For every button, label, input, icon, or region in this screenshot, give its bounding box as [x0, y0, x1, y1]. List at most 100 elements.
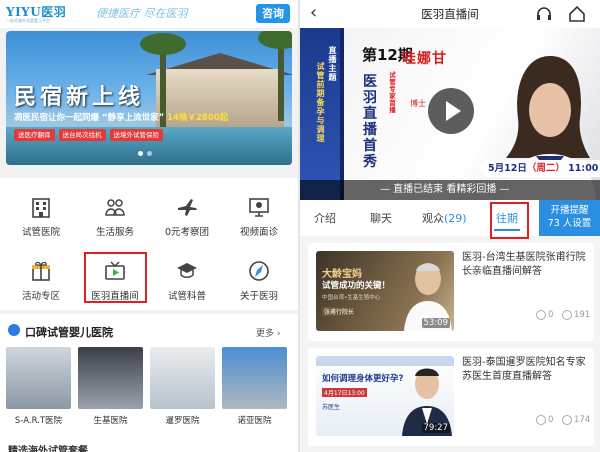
- thumb-title-2: 试管成功的关键！: [322, 281, 391, 291]
- banner-tag: 送境外试管保险: [109, 129, 163, 141]
- hospital-card[interactable]: S-A.R.T医院: [6, 347, 71, 426]
- app-slogan: 便捷医疗 尽在医羽: [96, 7, 188, 20]
- live-room-screen: ‹ 医羽直播间 直播主题 试管前期备孕与调理 试管专家首播 第12期 医羽直播首…: [300, 0, 600, 452]
- grid-item-about[interactable]: 关于医羽: [222, 248, 296, 308]
- tab-audience-label: 观众: [422, 212, 444, 225]
- hospital-icon: [32, 198, 50, 218]
- app-logo-subtitle: 一站式海外试管婴儿平台: [6, 18, 50, 23]
- hospital-card[interactable]: 暹罗医院: [150, 347, 215, 426]
- graduation-cap-icon: [177, 263, 197, 278]
- playback-title: 医羽-泰国暹罗医院知名专家苏医生首度直播解答: [462, 357, 586, 382]
- play-count-icon: [562, 415, 572, 425]
- video-time: 11:00: [568, 163, 599, 174]
- thumb-title: 大龄宝妈: [322, 269, 362, 280]
- comment-count: 0: [548, 310, 554, 320]
- playback-thumbnail: 如何调理身体更好孕? 4月17日13:00 苏医生 79:27: [316, 356, 454, 436]
- comment-stat: 0: [536, 310, 553, 321]
- play-button[interactable]: [428, 88, 474, 134]
- grid-item-label: 活动专区: [21, 291, 60, 302]
- hospital-card[interactable]: 诺亚医院: [222, 347, 287, 426]
- banner-tag: 送台局次找机: [58, 129, 106, 141]
- people-icon: [105, 199, 125, 216]
- home-screen: YIYU医羽 一站式海外试管婴儿平台 便捷医疗 尽在医羽 咨询 民宿新上线 凋医…: [0, 0, 298, 452]
- grid-item-video-consult[interactable]: 视频面诊: [222, 184, 296, 244]
- thumb-name: 张甫行院长: [322, 307, 357, 316]
- past-tab-highlight-box: [490, 202, 529, 239]
- video-weekday: （周二）: [526, 163, 565, 174]
- tab-intro[interactable]: 介绍: [314, 210, 336, 226]
- home-header: YIYU医羽 一站式海外试管婴儿平台 便捷医疗 尽在医羽 咨询: [0, 0, 298, 28]
- hospital-name: 暹罗医院: [165, 416, 200, 426]
- banner-title: 民宿新上线: [14, 84, 145, 110]
- banner-tag: 送医疗翻译: [14, 129, 55, 141]
- hospital-photo: [150, 347, 215, 409]
- carousel-dot-active[interactable]: [138, 151, 143, 156]
- remind-button[interactable]: 开播提醒 73 人设置: [539, 200, 600, 236]
- video-host-name: 哇娜甘: [402, 51, 447, 67]
- video-stripe: [340, 28, 344, 200]
- hospital-name: S-A.R.T医院: [14, 416, 63, 426]
- gift-icon: [32, 261, 50, 281]
- screenshot-root: YIYU医羽 一站式海外试管婴儿平台 便捷医疗 尽在医羽 咨询 民宿新上线 凋医…: [0, 0, 600, 452]
- carousel-dot[interactable]: [147, 151, 152, 156]
- view-count: 174: [574, 415, 591, 425]
- headset-icon[interactable]: [535, 5, 553, 23]
- hospital-section-title: 口碑试管婴儿医院: [25, 326, 113, 339]
- promo-banner[interactable]: 民宿新上线 凋医民宿让你一起同爆 “静享上流世家” 14晚￥2800起 送医疗翻…: [6, 31, 292, 165]
- video-player[interactable]: 直播主题 试管前期备孕与调理 试管专家首播 第12期 医羽直播首秀 哇娜甘 博士…: [300, 28, 600, 200]
- hospital-card[interactable]: 生基医院: [78, 347, 143, 426]
- tab-chat[interactable]: 聊天: [370, 210, 392, 226]
- hospital-photo: [6, 347, 71, 409]
- playback-item[interactable]: 大龄宝妈 试管成功的关键！ 中国台湾•生基生殖中心 张甫行院长 53:09 医羽…: [308, 243, 594, 341]
- compass-icon: [249, 261, 269, 281]
- comment-icon: [536, 415, 546, 425]
- page-title: 医羽直播间: [421, 7, 479, 21]
- chevron-right-icon: ›: [274, 329, 281, 339]
- playback-stats: 0 174: [462, 415, 591, 429]
- hospital-photo: [222, 347, 287, 409]
- banner-tagline-mid: “静享上流世家”: [101, 113, 165, 123]
- remind-count: 73 人设置: [547, 218, 592, 229]
- playback-title: 医羽-台湾生基医院张甫行院长亲临直播间解答: [462, 252, 586, 277]
- video-show-name: 医羽直播首秀: [363, 74, 377, 170]
- grid-item-science[interactable]: 试管科普: [150, 248, 224, 308]
- grid-item-tour[interactable]: 0元考察团: [150, 184, 224, 244]
- hospital-section: 口碑试管婴儿医院 更多 › S-A.R.T医院 生基医院 暹罗医院 诺亚医院 精…: [0, 314, 298, 452]
- next-section-title: 精选海外试管套餐: [8, 446, 88, 452]
- playback-item[interactable]: 如何调理身体更好孕? 4月17日13:00 苏医生 79:27 医羽-泰国暹罗医…: [308, 348, 594, 446]
- banner-title-box: 民宿新上线: [14, 79, 174, 110]
- home-icon[interactable]: [568, 5, 586, 23]
- grid-item-label: 关于医羽: [239, 291, 278, 302]
- playback-duration: 53:09: [421, 318, 450, 328]
- video-consult-icon: [249, 198, 269, 217]
- more-link-label: 更多: [256, 329, 275, 339]
- live-status-bar: — 直播已结束 看精彩回播 —: [300, 180, 600, 200]
- banner-tags: 送医疗翻译 送台局次找机 送境外试管保险: [14, 129, 163, 141]
- tab-audience[interactable]: 观众(29): [422, 210, 467, 226]
- grid-item-life-service[interactable]: 生活服务: [78, 184, 152, 244]
- hospital-cards: S-A.R.T医院 生基医院 暹罗医院 诺亚医院: [6, 347, 287, 426]
- crown-icon: [8, 324, 20, 336]
- banner-price: 14晚￥2800起: [167, 113, 229, 123]
- play-count-icon: [562, 310, 572, 320]
- comment-icon: [536, 310, 546, 320]
- banner-palm-icon: [258, 31, 292, 121]
- video-vertical-tag: 试管专家首播: [389, 71, 396, 114]
- hospital-photo: [78, 347, 143, 409]
- video-host-title: 博士: [410, 99, 426, 108]
- host-photo: [504, 56, 596, 200]
- grid-item-label: 生活服务: [95, 227, 134, 238]
- grid-item-activity[interactable]: 活动专区: [4, 248, 78, 308]
- hospital-name: 生基医院: [93, 416, 128, 426]
- remind-button-label: 开播提醒: [550, 205, 589, 216]
- grid-item-hospital[interactable]: 试管医院: [4, 184, 78, 244]
- thumb-subtitle: 中国台湾•生基生殖中心: [322, 295, 381, 301]
- live-room-header: ‹ 医羽直播间: [300, 0, 600, 28]
- video-vertical-topic: 直播主题: [328, 46, 337, 82]
- consult-button[interactable]: 咨询: [256, 4, 290, 23]
- thumb-name: 苏医生: [322, 404, 341, 411]
- grid-item-label: 0元考察团: [164, 227, 210, 238]
- more-link[interactable]: 更多 ›: [256, 326, 280, 339]
- view-count: 191: [574, 310, 591, 320]
- playback-stats: 0 191: [462, 310, 591, 324]
